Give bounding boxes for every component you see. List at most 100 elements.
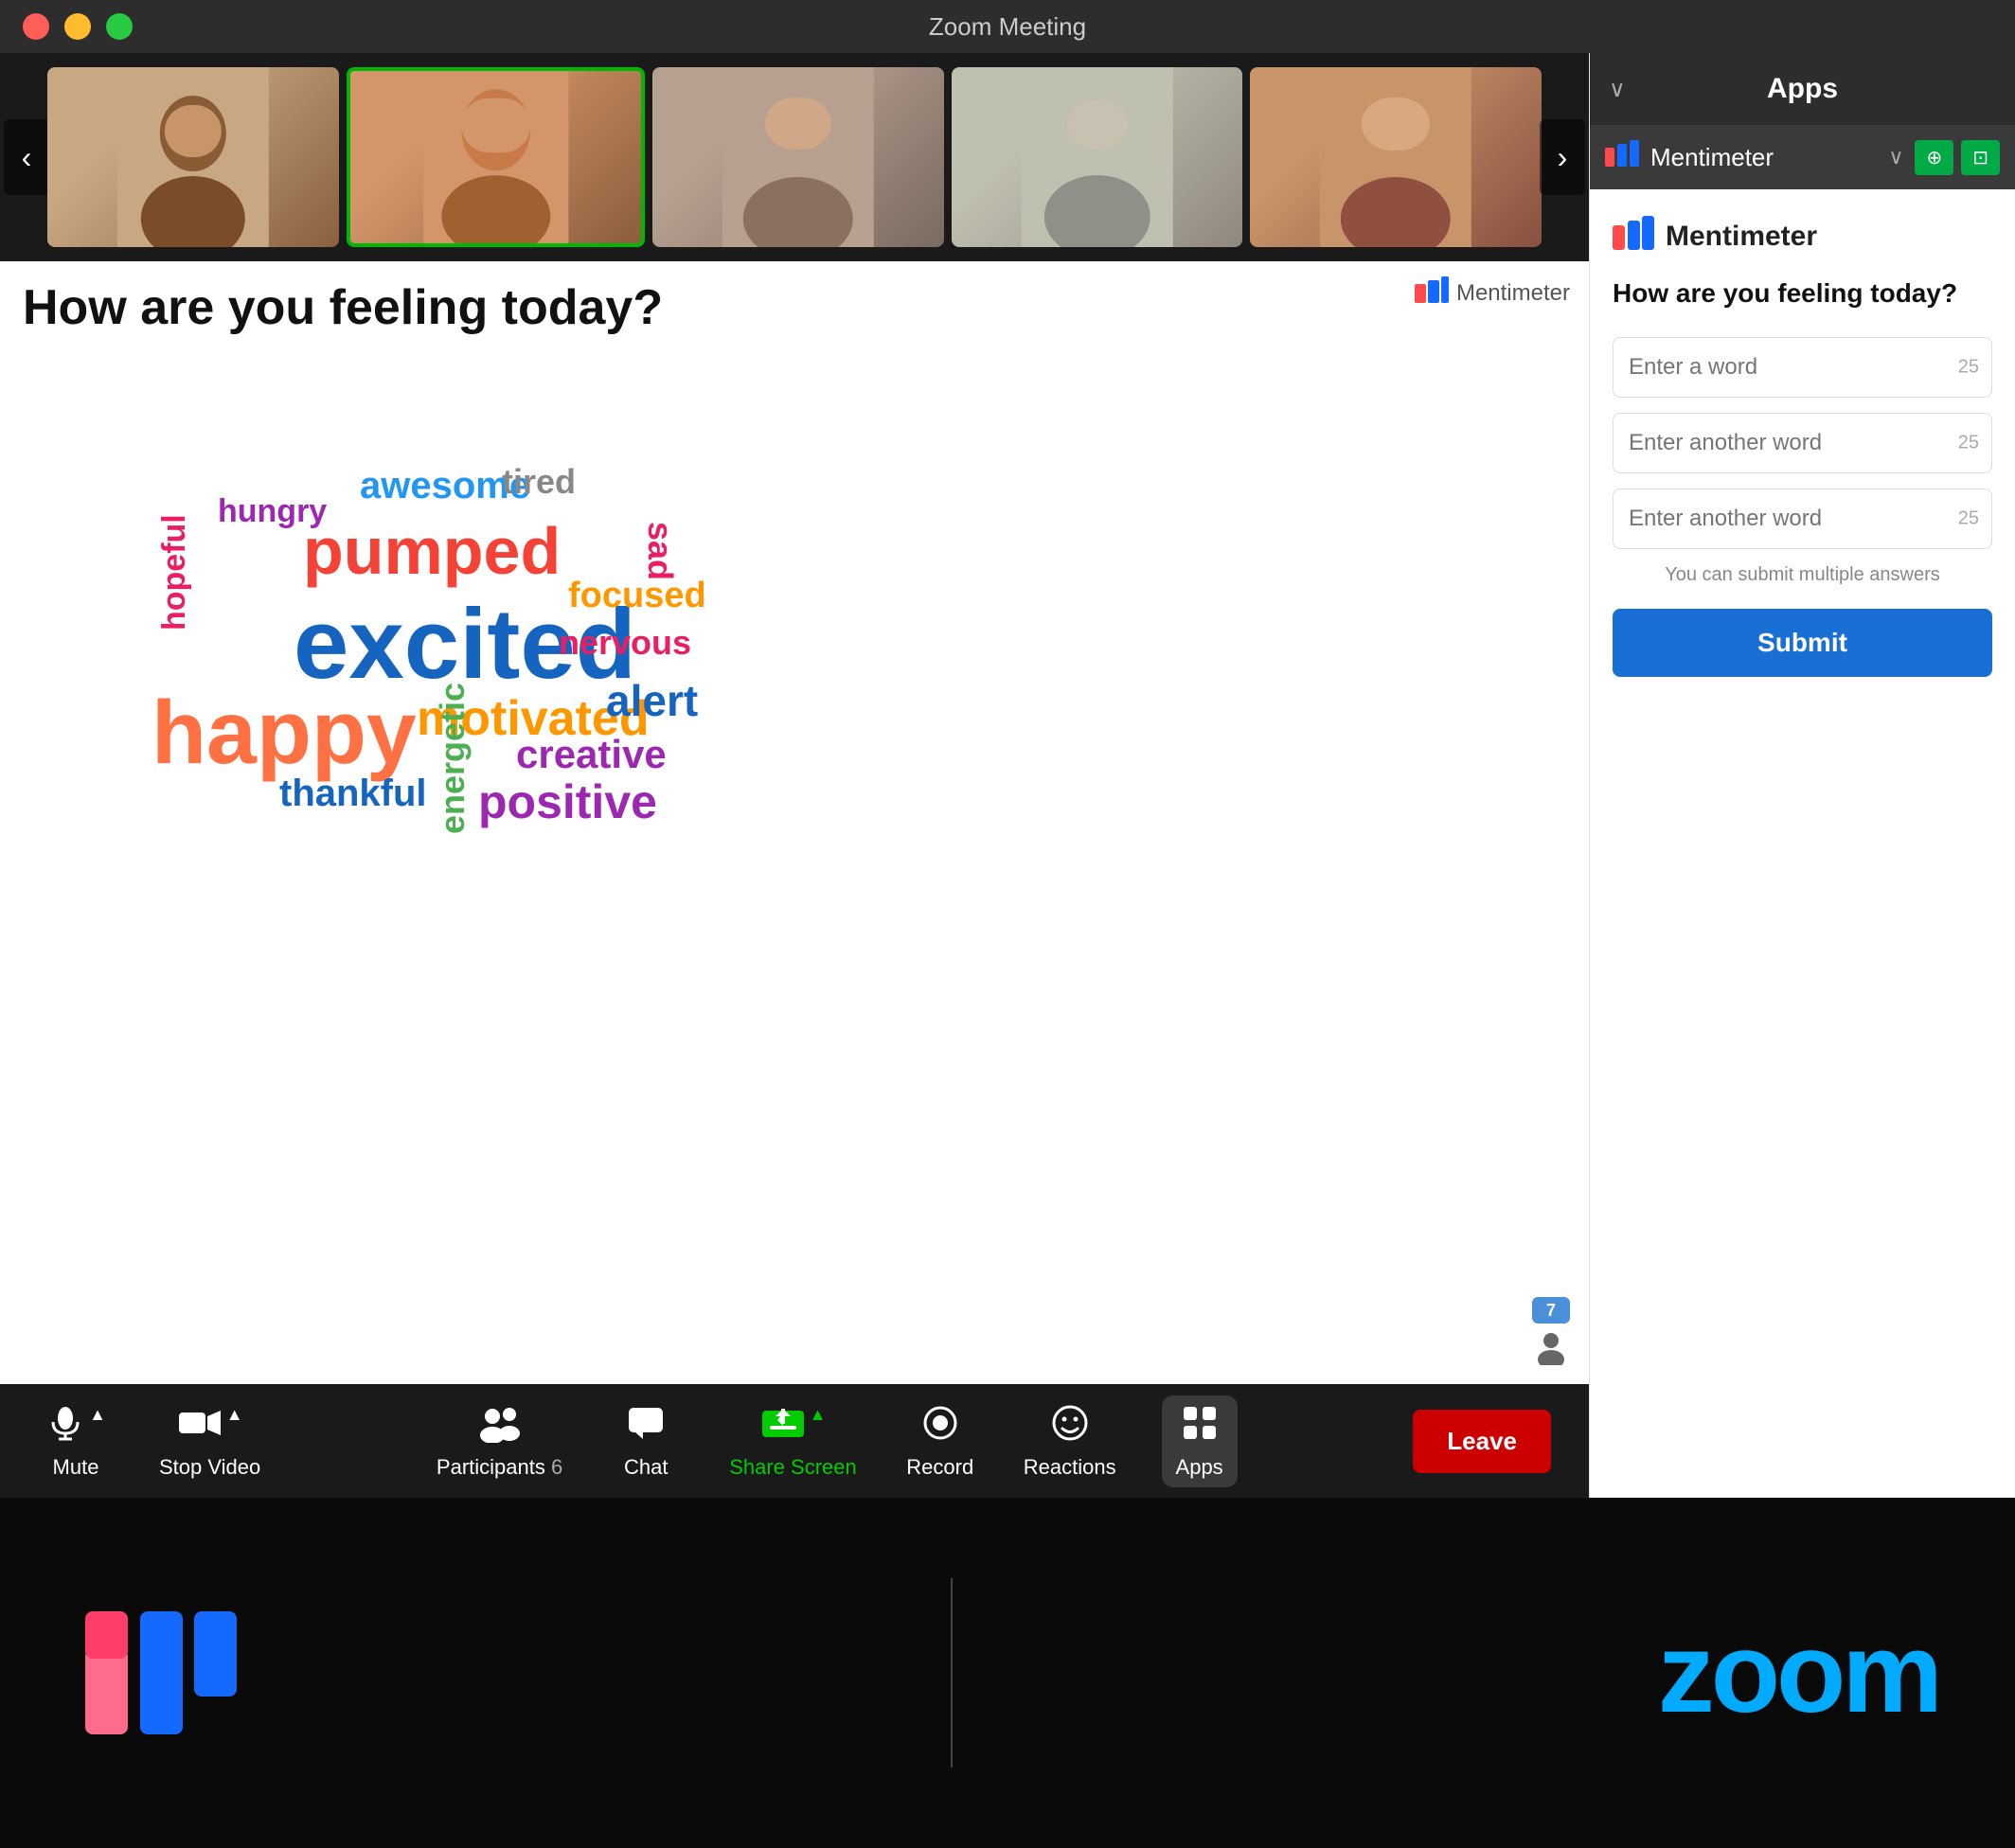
main-layout: ‹ [0,53,2015,1498]
record-label: Record [906,1455,973,1480]
svg-text:thankful: thankful [279,773,427,814]
question-title: How are you feeling today? [23,278,663,337]
close-button[interactable] [23,13,49,40]
chat-icon [626,1403,666,1449]
mute-button[interactable]: ▲ Mute [38,1403,114,1480]
svg-text:happy: happy [152,683,417,783]
toolbar-center: Participants 6 Chat [437,1395,1238,1487]
apps-button[interactable]: Apps [1162,1395,1238,1487]
count-badge: 7 [1532,1297,1570,1324]
char-count-3: 25 [1958,508,1979,530]
mute-icon [45,1403,85,1449]
panel-header: ∨ Apps [1590,53,2015,125]
menti-label: Mentimeter [1456,280,1570,307]
person-icon [1532,1327,1570,1365]
mentimeter-logo-small [1415,276,1449,311]
reactions-label: Reactions [1024,1455,1116,1480]
panel-title: Apps [1767,73,1838,105]
participant-strip: ‹ [0,53,1589,261]
mentimeter-icon-large [1613,216,1654,258]
participants-icon [477,1403,523,1449]
toolbar-left: ▲ Mute ▲ Stop Video [38,1403,260,1480]
svg-text:nervous: nervous [559,623,691,662]
menti-panel-name: Mentimeter [1650,143,1877,172]
share-screen-icon [760,1403,806,1449]
participant-thumb-2[interactable] [347,67,646,247]
participant-thumb-4[interactable] [952,67,1243,247]
minimize-button[interactable] [64,13,91,40]
word-cloud: awesome tired hungry pumped sad hopeful … [0,356,1589,1384]
svg-text:positive: positive [478,775,657,828]
submit-button[interactable]: Submit [1613,609,1992,677]
leave-button[interactable]: Leave [1413,1410,1551,1473]
apps-label: Apps [1176,1455,1223,1480]
panel-content: Mentimeter How are you feeling today? 25… [1590,189,2015,1498]
mentimeter-logo-bottom [76,1607,246,1739]
right-panel: ∨ Apps Mentimeter ∨ ⊕ ⊡ [1589,53,2015,1498]
word-input-1[interactable] [1613,337,1992,398]
svg-text:creative: creative [516,732,667,776]
participants-button[interactable]: Participants 6 [437,1403,562,1480]
window-controls[interactable] [23,13,133,40]
strip-nav-left[interactable]: ‹ [4,119,49,195]
record-button[interactable]: Record [902,1403,978,1480]
video-arrow[interactable]: ▲ [226,1405,243,1425]
participants-label: Participants 6 [437,1455,562,1480]
menti-brand-name: Mentimeter [1666,221,1817,253]
share-screen-label: Share Screen [729,1455,857,1480]
panel-subheader: Mentimeter ∨ ⊕ ⊡ [1590,125,2015,189]
toolbar: ▲ Mute ▲ Stop Video [0,1384,1589,1498]
panel-add-button[interactable]: ⊕ [1915,140,1953,175]
participant-thumb-1[interactable] [47,67,339,247]
participant-count: 7 [1532,1297,1570,1365]
participant-thumb-5[interactable] [1250,67,1542,247]
strip-nav-right[interactable]: › [1540,119,1585,195]
content-area: How are you feeling today? Mentimeter aw… [0,261,1589,1384]
toolbar-right: Leave [1413,1410,1551,1473]
chat-button[interactable]: Chat [608,1403,684,1480]
share-arrow[interactable]: ▲ [810,1405,827,1425]
svg-text:hopeful: hopeful [156,514,192,631]
chat-label: Chat [624,1455,668,1480]
svg-text:focused: focused [568,576,706,615]
zoom-area: ‹ [0,53,1589,1498]
panel-dropdown-chevron[interactable]: ∨ [1888,145,1903,169]
zoom-logo-bottom: zoom [1658,1608,1939,1738]
svg-text:alert: alert [606,676,698,725]
char-count-1: 25 [1958,357,1979,379]
svg-text:tired: tired [502,462,576,501]
svg-text:pumped: pumped [303,514,561,588]
word-input-2[interactable] [1613,413,1992,473]
svg-text:sad: sad [641,522,680,580]
record-icon [920,1403,960,1449]
word-input-3-wrapper: 25 [1613,489,1992,549]
apps-icon [1180,1403,1220,1449]
menti-header: Mentimeter [1415,276,1570,311]
word-input-2-wrapper: 25 [1613,413,1992,473]
mute-arrow[interactable]: ▲ [89,1405,106,1425]
panel-question: How are you feeling today? [1613,276,1992,311]
share-screen-button[interactable]: ▲ Share Screen [729,1403,857,1480]
menti-panel-logo [1605,140,1639,174]
svg-text:energetic: energetic [433,683,472,834]
reactions-button[interactable]: Reactions [1024,1403,1116,1480]
panel-dropdown-icon[interactable]: ∨ [1609,76,1626,103]
word-input-3[interactable] [1613,489,1992,549]
title-bar: Zoom Meeting [0,0,2015,53]
char-count-2: 25 [1958,433,1979,454]
stop-video-button[interactable]: ▲ Stop Video [159,1403,260,1480]
hint-text: You can submit multiple answers [1613,564,1992,586]
menti-brand: Mentimeter [1613,216,1992,258]
panel-share-button[interactable]: ⊡ [1961,140,2000,175]
participant-thumb-3[interactable] [652,67,944,247]
bottom-area: zoom [0,1498,2015,1848]
video-icon [177,1403,223,1449]
reactions-icon [1050,1403,1090,1449]
vertical-divider [951,1578,953,1768]
window-title: Zoom Meeting [929,12,1086,42]
word-cloud-svg: awesome tired hungry pumped sad hopeful … [0,356,909,886]
maximize-button[interactable] [106,13,133,40]
panel-action-buttons: ⊕ ⊡ [1915,140,2000,175]
word-input-1-wrapper: 25 [1613,337,1992,398]
mute-label: Mute [53,1455,99,1480]
